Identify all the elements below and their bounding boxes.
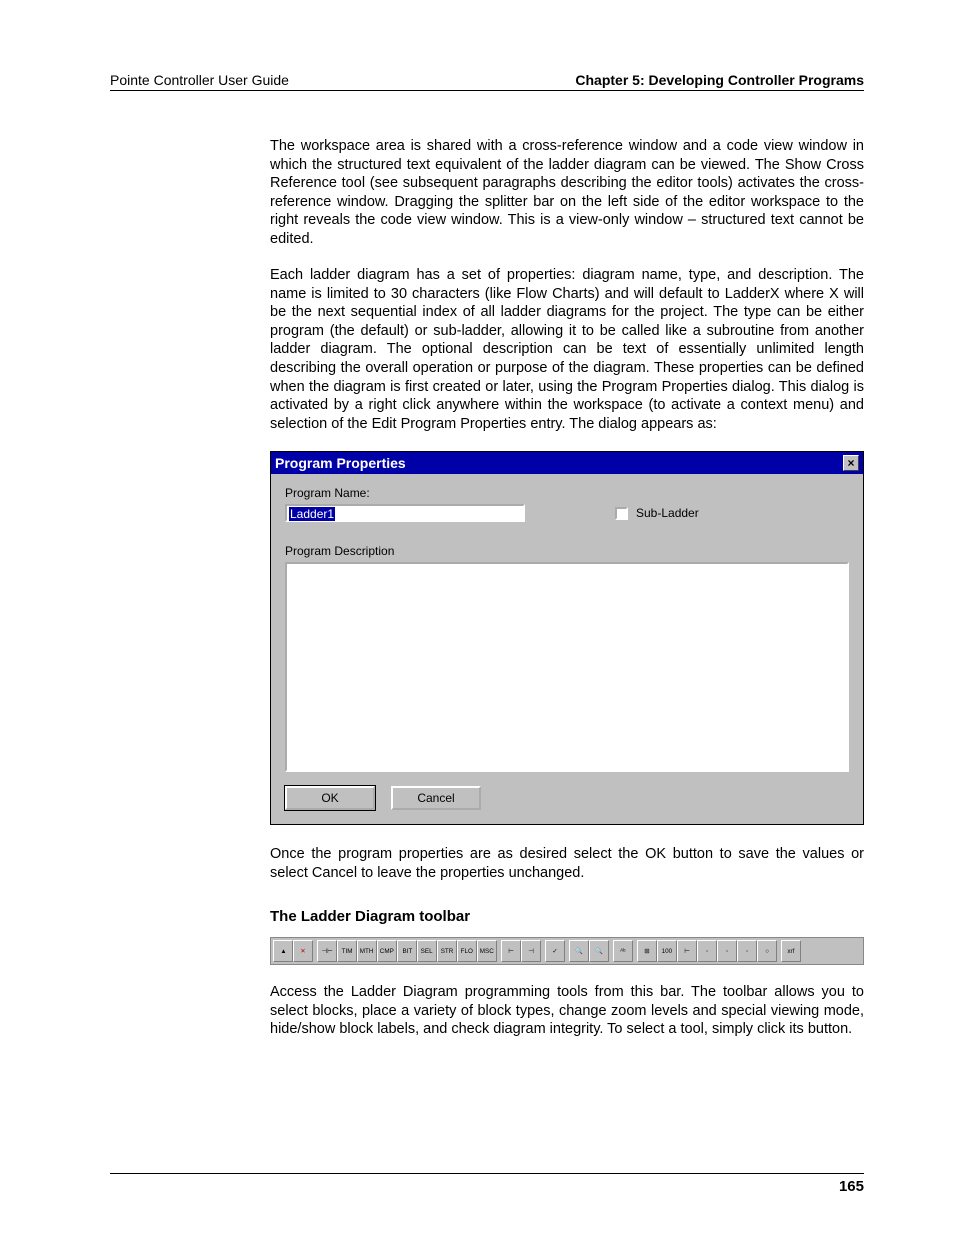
program-name-input[interactable]: Ladder1	[285, 504, 525, 522]
subladder-checkbox[interactable]	[615, 507, 628, 520]
cancel-button[interactable]: Cancel	[391, 786, 481, 810]
check-tool-icon[interactable]: ✓	[545, 940, 565, 962]
zoom100-tool-icon[interactable]: 100	[657, 940, 677, 962]
coil2-block-icon[interactable]: ⊣	[521, 940, 541, 962]
tool-b-icon[interactable]: ◦	[717, 940, 737, 962]
page-header: Pointe Controller User Guide Chapter 5: …	[110, 72, 864, 91]
program-description-input[interactable]	[285, 562, 849, 772]
zoom-out-icon[interactable]: 🔍	[589, 940, 609, 962]
close-icon[interactable]: ×	[843, 455, 859, 471]
tool-d-icon[interactable]: ○	[757, 940, 777, 962]
flo-block-icon[interactable]: FLO	[457, 940, 477, 962]
dialog-title-text: Program Properties	[275, 455, 406, 471]
section-heading: The Ladder Diagram toolbar	[270, 908, 864, 925]
ok-button[interactable]: OK	[285, 786, 375, 810]
body-paragraph: Access the Ladder Diagram programming to…	[270, 983, 864, 1039]
delete-tool-icon[interactable]: ✕	[293, 940, 313, 962]
body-paragraph: The workspace area is shared with a cros…	[270, 137, 864, 248]
grid-tool-icon[interactable]: ⊞	[637, 940, 657, 962]
body-paragraph: Each ladder diagram has a set of propert…	[270, 266, 864, 433]
program-name-value: Ladder1	[289, 507, 335, 521]
page-footer: 165	[110, 1173, 864, 1195]
hline-tool-icon[interactable]: ⊢	[677, 940, 697, 962]
program-name-label: Program Name:	[285, 486, 525, 500]
dialog-titlebar: Program Properties ×	[271, 452, 863, 474]
labels-tool-icon[interactable]: ᴬᵇ	[613, 940, 633, 962]
bit-block-icon[interactable]: BIT	[397, 940, 417, 962]
xref-tool-icon[interactable]: xrf	[781, 940, 801, 962]
contact-block-icon[interactable]: ⊣⊢	[317, 940, 337, 962]
program-properties-dialog: Program Properties × Program Name: Ladde…	[270, 451, 864, 825]
doc-title: Pointe Controller User Guide	[110, 72, 289, 88]
page-number: 165	[839, 1178, 864, 1195]
coil-block-icon[interactable]: ⊢	[501, 940, 521, 962]
str-block-icon[interactable]: STR	[437, 940, 457, 962]
subladder-label: Sub-Ladder	[636, 506, 699, 520]
body-paragraph: Once the program properties are as desir…	[270, 845, 864, 882]
msc-block-icon[interactable]: MSC	[477, 940, 497, 962]
zoom-in-icon[interactable]: 🔍	[569, 940, 589, 962]
chapter-title: Chapter 5: Developing Controller Program…	[575, 72, 864, 88]
tim-block-icon[interactable]: TIM	[337, 940, 357, 962]
program-description-label: Program Description	[285, 544, 849, 558]
ladder-diagram-toolbar: ▲✕⊣⊢TIMMTHCMPBITSELSTRFLOMSC⊢⊣✓🔍🔍ᴬᵇ⊞100⊢…	[270, 937, 864, 965]
pointer-tool-icon[interactable]: ▲	[273, 940, 293, 962]
mth-block-icon[interactable]: MTH	[357, 940, 377, 962]
tool-c-icon[interactable]: ◦	[737, 940, 757, 962]
cmp-block-icon[interactable]: CMP	[377, 940, 397, 962]
tool-a-icon[interactable]: ◦	[697, 940, 717, 962]
sel-block-icon[interactable]: SEL	[417, 940, 437, 962]
